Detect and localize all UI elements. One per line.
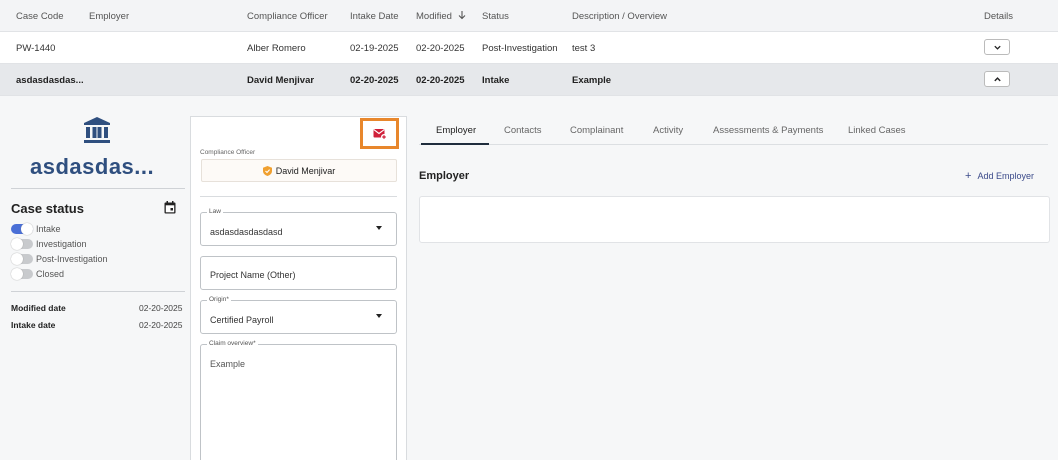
project-name-placeholder: Project Name (Other) bbox=[210, 270, 296, 280]
status-label-investigation: Investigation bbox=[36, 239, 87, 249]
shield-icon bbox=[262, 165, 272, 176]
cell-case-code: asdasdasdas... bbox=[16, 75, 84, 86]
intake-date-label: Intake date bbox=[11, 320, 56, 330]
compliance-officer-label: Compliance Officer bbox=[200, 149, 256, 156]
header-case-code[interactable]: Case Code bbox=[16, 11, 64, 22]
header-employer[interactable]: Employer bbox=[89, 11, 129, 22]
status-label-intake: Intake bbox=[36, 224, 61, 234]
claim-overview-textarea[interactable]: Claim overview* Example bbox=[200, 340, 397, 460]
intake-date-value: 02-20-2025 bbox=[139, 320, 183, 330]
table-row[interactable]: asdasdasdas... David Menjivar 02-20-2025… bbox=[0, 64, 1058, 96]
employer-list-box bbox=[419, 196, 1050, 243]
origin-value: Certified Payroll bbox=[210, 315, 274, 325]
status-toggle-post-investigation[interactable] bbox=[11, 253, 33, 265]
claim-overview-label: Claim overview* bbox=[207, 340, 258, 347]
cell-case-code: PW-1440 bbox=[16, 43, 56, 54]
header-details: Details bbox=[984, 11, 1014, 22]
cell-description: test 3 bbox=[572, 43, 596, 54]
header-description[interactable]: Description / Overview bbox=[572, 11, 667, 22]
mail-add-icon bbox=[372, 128, 387, 140]
cell-status: Post-Investigation bbox=[482, 43, 558, 54]
tab-employer[interactable]: Employer bbox=[436, 125, 476, 136]
header-status[interactable]: Status bbox=[482, 11, 509, 22]
bank-icon bbox=[84, 117, 110, 143]
divider bbox=[11, 291, 185, 292]
cell-modified: 02-20-2025 bbox=[416, 75, 465, 86]
modified-date-value: 02-20-2025 bbox=[139, 303, 183, 313]
modified-date-label: Modified date bbox=[11, 303, 66, 313]
header-intake-date[interactable]: Intake Date bbox=[350, 11, 399, 22]
tab-activity[interactable]: Activity bbox=[653, 125, 683, 136]
status-toggle-intake[interactable] bbox=[11, 223, 33, 235]
tab-complainant[interactable]: Complainant bbox=[570, 125, 623, 136]
cell-description: Example bbox=[572, 75, 612, 86]
cell-intake-date: 02-19-2025 bbox=[350, 43, 399, 54]
tab-assessments-payments[interactable]: Assessments & Payments bbox=[713, 125, 823, 136]
cell-intake-date: 02-20-2025 bbox=[350, 75, 399, 86]
add-employer-button[interactable]: + Add Employer bbox=[965, 170, 1034, 182]
collapse-row-button[interactable] bbox=[984, 71, 1010, 87]
plus-icon: + bbox=[965, 170, 972, 182]
tab-bar-line bbox=[419, 144, 1048, 145]
caret-down-icon bbox=[376, 226, 382, 230]
status-toggle-investigation[interactable] bbox=[11, 238, 33, 250]
cell-compliance-officer: David Menjivar bbox=[247, 75, 315, 86]
origin-select[interactable]: Origin* Certified Payroll bbox=[200, 296, 397, 334]
table-header: Case Code Employer Compliance Officer In… bbox=[0, 0, 1058, 32]
toggle-knob bbox=[11, 253, 23, 265]
law-label: Law bbox=[207, 208, 223, 215]
origin-label: Origin* bbox=[207, 296, 231, 303]
header-modified[interactable]: Modified bbox=[416, 11, 466, 22]
case-status-title: Case status bbox=[11, 201, 84, 216]
expand-row-button[interactable] bbox=[984, 39, 1010, 55]
divider bbox=[11, 188, 185, 189]
toggle-knob bbox=[11, 238, 23, 250]
calendar-icon[interactable] bbox=[164, 201, 176, 214]
chevron-up-icon bbox=[993, 76, 1001, 81]
case-title: asdasdas... bbox=[30, 154, 155, 179]
status-label-closed: Closed bbox=[36, 269, 65, 279]
compliance-officer-name: David Menjivar bbox=[275, 165, 336, 176]
divider bbox=[200, 196, 397, 197]
project-name-input[interactable]: Project Name (Other) bbox=[200, 256, 397, 290]
toggle-knob bbox=[21, 223, 33, 235]
law-select[interactable]: Law asdasdasdasdasd bbox=[200, 208, 397, 246]
add-employer-label: Add Employer bbox=[977, 171, 1034, 181]
table-row[interactable]: PW-1440 Alber Romero 02-19-2025 02-20-20… bbox=[0, 32, 1058, 64]
status-label-post-investigation: Post-Investigation bbox=[36, 254, 108, 264]
status-toggle-closed[interactable] bbox=[11, 268, 33, 280]
chevron-down-icon bbox=[993, 45, 1001, 50]
send-mail-button[interactable] bbox=[360, 118, 399, 149]
cell-modified: 02-20-2025 bbox=[416, 43, 465, 54]
caret-down-icon bbox=[376, 314, 382, 318]
cell-status: Intake bbox=[482, 75, 510, 86]
compliance-officer-chip[interactable]: David Menjivar bbox=[201, 159, 397, 182]
claim-overview-value: Example bbox=[210, 359, 246, 369]
header-compliance-officer[interactable]: Compliance Officer bbox=[247, 11, 328, 22]
tab-linked-cases[interactable]: Linked Cases bbox=[848, 125, 906, 136]
cell-compliance-officer: Alber Romero bbox=[247, 43, 306, 54]
employer-section-title: Employer bbox=[419, 170, 470, 182]
law-value: asdasdasdasdasd bbox=[210, 227, 283, 237]
toggle-knob bbox=[11, 268, 23, 280]
arrow-down-icon bbox=[458, 11, 465, 20]
tab-contacts[interactable]: Contacts bbox=[504, 125, 542, 136]
header-modified-label: Modified bbox=[416, 11, 452, 22]
active-tab-indicator bbox=[421, 143, 489, 145]
